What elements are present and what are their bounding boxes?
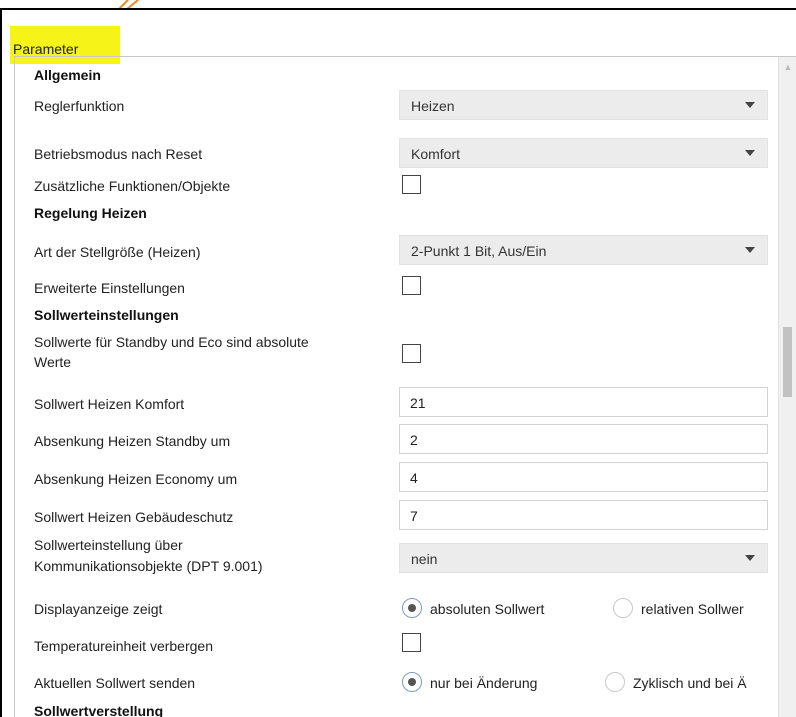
display-option1-label: absoluten Sollwert xyxy=(430,601,545,617)
zusatz-label: Zusätzliche Funktionen/Objekte xyxy=(34,178,231,194)
display-label: Displayanzeige zeigt xyxy=(34,601,163,617)
standby-label: Absenkung Heizen Standby um xyxy=(34,433,231,449)
stellgroesse-select[interactable]: 2-Punkt 1 Bit, Aus/Ein xyxy=(399,235,768,265)
gebaeudeschutz-label: Sollwert Heizen Gebäudeschutz xyxy=(34,509,234,525)
section-regelung-heizen: Regelung Heizen xyxy=(34,205,147,221)
senden-option2-label: Zyklisch und bei Ä xyxy=(633,675,747,691)
kommobjekte-select[interactable]: nein xyxy=(399,543,768,573)
senden-label: Aktuellen Sollwert senden xyxy=(34,675,196,691)
reglerfunktion-value: Heizen xyxy=(411,98,455,114)
zusatz-checkbox[interactable] xyxy=(402,175,421,194)
standby-input[interactable]: 2 xyxy=(399,424,768,454)
komfort-value: 21 xyxy=(410,395,426,411)
dropdown-arrow-icon xyxy=(745,555,755,561)
betriebsmodus-label: Betriebsmodus nach Reset xyxy=(34,146,203,162)
dropdown-arrow-icon xyxy=(745,150,755,156)
section-sollwerteinstellungen: Sollwerteinstellungen xyxy=(34,307,179,323)
betriebsmodus-value: Komfort xyxy=(411,146,461,162)
tempeinheit-checkbox[interactable] xyxy=(402,633,421,652)
stellgroesse-label: Art der Stellgröße (Heizen) xyxy=(34,244,201,260)
erweitert-checkbox[interactable] xyxy=(402,276,421,295)
section-sollwertverstellung: Sollwertverstellung xyxy=(34,703,164,717)
reglerfunktion-label: Reglerfunktion xyxy=(34,98,125,114)
senden-radio-aenderung[interactable] xyxy=(402,672,422,692)
stellgroesse-value: 2-Punkt 1 Bit, Aus/Ein xyxy=(411,243,547,259)
standby-value: 2 xyxy=(410,432,418,448)
section-allgemein: Allgemein xyxy=(34,67,101,83)
komfort-label: Sollwert Heizen Komfort xyxy=(34,396,185,412)
parameter-panel: Allgemein Reglerfunktion Heizen Betriebs… xyxy=(14,56,796,717)
kommobjekte-label-line1: Sollwerteinstellung über xyxy=(34,537,183,553)
betriebsmodus-select[interactable]: Komfort xyxy=(399,138,768,168)
erweitert-label: Erweiterte Einstellungen xyxy=(34,280,185,296)
gebaeudeschutz-value: 7 xyxy=(410,508,418,524)
display-radio-relativ[interactable] xyxy=(613,598,633,618)
absolut-label-line2: Werte xyxy=(34,354,72,370)
kommobjekte-label-line2: Kommunikationsobjekte (DPT 9.001) xyxy=(34,558,263,574)
dropdown-arrow-icon xyxy=(745,102,755,108)
economy-label: Absenkung Heizen Economy um xyxy=(34,471,238,487)
economy-value: 4 xyxy=(410,470,418,486)
absolut-checkbox[interactable] xyxy=(402,344,421,363)
scrollbar-thumb[interactable] xyxy=(783,327,792,397)
reglerfunktion-select[interactable]: Heizen xyxy=(399,90,768,120)
senden-radio-zyklisch[interactable] xyxy=(605,672,625,692)
display-radio-absolut[interactable] xyxy=(402,598,422,618)
absolut-label-line1: Sollwerte für Standby und Eco sind absol… xyxy=(34,334,309,350)
display-option2-label: relativen Sollwer xyxy=(641,601,744,617)
kommobjekte-value: nein xyxy=(411,551,438,567)
dropdown-arrow-icon xyxy=(745,247,755,253)
chevron-up-icon[interactable]: ▲ xyxy=(783,63,793,72)
economy-input[interactable]: 4 xyxy=(399,462,768,492)
komfort-input[interactable]: 21 xyxy=(399,387,768,417)
tempeinheit-label: Temperatureinheit verbergen xyxy=(34,638,213,654)
vertical-scrollbar[interactable]: ▲ xyxy=(778,57,796,717)
gebaeudeschutz-input[interactable]: 7 xyxy=(399,500,768,530)
senden-option1-label: nur bei Änderung xyxy=(430,675,538,691)
tab-strip: Parameter xyxy=(2,10,796,64)
